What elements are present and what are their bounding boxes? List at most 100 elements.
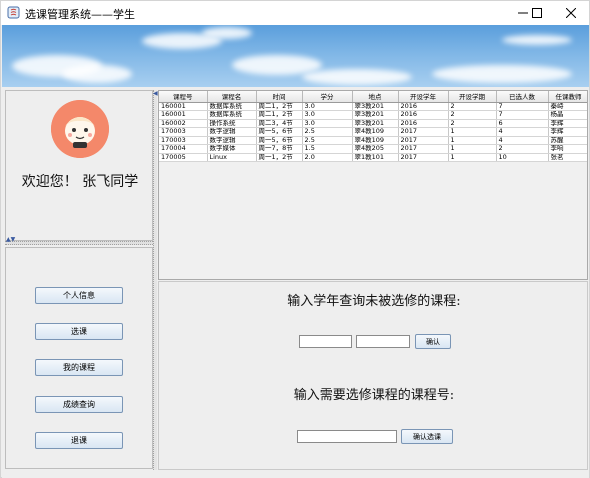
table-cell[interactable]: 1 <box>448 127 497 137</box>
table-row[interactable]: 160001 数据库系统 周二1，2节 3.0 翠3教201 2016 2 7 秦峙 <box>159 102 587 111</box>
table-row[interactable]: 160001 数据库系统 周二1，2节 3.0 翠3教201 2016 2 7 杨晶 <box>159 110 587 120</box>
table-cell[interactable]: Linux <box>207 153 257 162</box>
column-header[interactable]: 学分 <box>302 91 353 103</box>
table-cell[interactable]: 数字媒体 <box>207 144 257 154</box>
confirm-select-button[interactable]: 确认选课 <box>401 429 453 444</box>
column-header[interactable]: 时间 <box>256 91 303 103</box>
empty-cell <box>159 161 207 170</box>
vertical-splitter[interactable] <box>153 90 157 470</box>
table-cell[interactable]: 1 <box>448 144 497 154</box>
table-row[interactable]: 170004 数字媒体 周一7，8节 1.5 翠4教205 2017 1 2 李响 <box>159 144 587 154</box>
table-cell[interactable]: 2016 <box>398 102 449 111</box>
column-header[interactable]: 课程名 <box>207 91 257 103</box>
table-cell[interactable]: 苏醒 <box>548 136 587 145</box>
table-cell[interactable]: 数字逻辑 <box>207 136 257 145</box>
select-course-button[interactable]: 选课 <box>35 323 123 340</box>
table-cell[interactable]: 4 <box>496 136 549 145</box>
table-cell[interactable]: 翠4教109 <box>352 127 399 137</box>
table-cell[interactable]: 4 <box>496 127 549 137</box>
table-cell[interactable]: 数据库系统 <box>207 102 257 111</box>
table-cell[interactable]: 170004 <box>159 144 208 154</box>
empty-cell <box>548 209 587 218</box>
table-cell[interactable]: 160001 <box>159 102 208 111</box>
table-cell[interactable]: 数据库系统 <box>207 110 257 120</box>
table-cell[interactable]: 3.0 <box>302 119 353 128</box>
table-cell[interactable]: 2.5 <box>302 127 353 137</box>
table-cell[interactable]: 周二3，4节 <box>256 119 303 128</box>
course-table-panel: 课程号 课程名 时间 学分 地点 开设学年 开设学期 已选人数 任课教师 160… <box>158 90 588 280</box>
table-cell[interactable]: 周一1，2节 <box>256 153 303 162</box>
table-cell[interactable]: 1 <box>448 153 497 162</box>
table-row[interactable]: 170005 Linux 周一1，2节 2.0 翠1教101 2017 1 10 张茗 <box>159 153 587 162</box>
table-cell[interactable]: 杨晶 <box>548 110 587 120</box>
table-cell[interactable]: 2017 <box>398 144 449 154</box>
table-cell[interactable]: 翠4教109 <box>352 136 399 145</box>
table-cell[interactable]: 李辉 <box>548 119 587 128</box>
column-header[interactable]: 课程号 <box>159 91 208 103</box>
year-to-input[interactable] <box>356 335 410 348</box>
table-cell[interactable]: 2.5 <box>302 136 353 145</box>
splitter-left-arrow-icon[interactable]: ◀ <box>153 91 158 97</box>
table-row[interactable]: 170003 数字逻辑 周一5，6节 2.5 翠4教109 2017 1 4 李辉 <box>159 127 587 137</box>
horizontal-splitter[interactable] <box>5 241 153 245</box>
table-cell[interactable]: 2016 <box>398 119 449 128</box>
table-cell[interactable]: 2 <box>448 110 497 120</box>
table-cell[interactable]: 翠1教101 <box>352 153 399 162</box>
table-cell[interactable]: 160001 <box>159 110 208 120</box>
table-cell[interactable]: 数字逻辑 <box>207 127 257 137</box>
table-cell[interactable]: 1 <box>448 136 497 145</box>
column-header[interactable]: 已选人数 <box>496 91 549 103</box>
table-cell[interactable]: 170003 <box>159 127 208 137</box>
table-cell[interactable]: 2017 <box>398 136 449 145</box>
table-cell[interactable]: 周一7，8节 <box>256 144 303 154</box>
table-cell[interactable]: 2017 <box>398 127 449 137</box>
table-cell[interactable]: 2017 <box>398 153 449 162</box>
table-cell[interactable]: 秦峙 <box>548 102 587 111</box>
grade-query-button[interactable]: 成绩查询 <box>35 396 123 413</box>
table-cell[interactable]: 2 <box>448 119 497 128</box>
table-cell[interactable]: 翠3教201 <box>352 119 399 128</box>
column-header[interactable]: 开设学期 <box>448 91 497 103</box>
table-row[interactable]: 170003 数字逻辑 周一5，6节 2.5 翠4教109 2017 1 4 苏醒 <box>159 136 587 145</box>
table-cell[interactable]: 10 <box>496 153 549 162</box>
table-cell[interactable]: 6 <box>496 119 549 128</box>
table-cell[interactable]: 170005 <box>159 153 208 162</box>
my-courses-button[interactable]: 我的课程 <box>35 359 123 376</box>
table-cell[interactable]: 张茗 <box>548 153 587 162</box>
empty-cell <box>496 177 548 186</box>
table-row[interactable]: 160002 操作系统 周二3，4节 3.0 翠3教201 2016 2 6 李辉 <box>159 119 587 128</box>
table-cell[interactable]: 翠4教205 <box>352 144 399 154</box>
table-cell[interactable]: 1.5 <box>302 144 353 154</box>
year-from-input[interactable] <box>299 335 352 348</box>
table-cell[interactable]: 操作系统 <box>207 119 257 128</box>
table-cell[interactable]: 李响 <box>548 144 587 154</box>
table-cell[interactable]: 周一5，6节 <box>256 127 303 137</box>
table-cell[interactable]: 2.0 <box>302 153 353 162</box>
splitter-arrows-icon[interactable]: ▲▼ <box>6 237 15 243</box>
table-cell[interactable]: 160002 <box>159 119 208 128</box>
table-cell[interactable]: 170003 <box>159 136 208 145</box>
table-cell[interactable]: 7 <box>496 102 549 111</box>
table-cell[interactable]: 周二1，2节 <box>256 102 303 111</box>
table-cell[interactable]: 翠3教201 <box>352 102 399 111</box>
column-header[interactable]: 开设学年 <box>398 91 449 103</box>
table-cell[interactable]: 7 <box>496 110 549 120</box>
table-cell[interactable]: 3.0 <box>302 110 353 120</box>
table-cell[interactable]: 周二1，2节 <box>256 110 303 120</box>
column-header[interactable]: 任课教师 <box>548 91 587 103</box>
empty-cell <box>448 217 496 226</box>
empty-table-row <box>159 185 587 194</box>
close-button[interactable] <box>549 1 590 25</box>
query-confirm-button[interactable]: 确认 <box>415 334 451 349</box>
drop-course-button[interactable]: 退课 <box>35 432 123 449</box>
personal-info-button[interactable]: 个人信息 <box>35 287 123 304</box>
table-cell[interactable]: 李辉 <box>548 127 587 137</box>
table-cell[interactable]: 2 <box>496 144 549 154</box>
table-cell[interactable]: 周一5，6节 <box>256 136 303 145</box>
course-id-input[interactable] <box>297 430 397 443</box>
table-cell[interactable]: 3.0 <box>302 102 353 111</box>
table-cell[interactable]: 2 <box>448 102 497 111</box>
column-header[interactable]: 地点 <box>352 91 399 103</box>
table-cell[interactable]: 2016 <box>398 110 449 120</box>
table-cell[interactable]: 翠3教201 <box>352 110 399 120</box>
